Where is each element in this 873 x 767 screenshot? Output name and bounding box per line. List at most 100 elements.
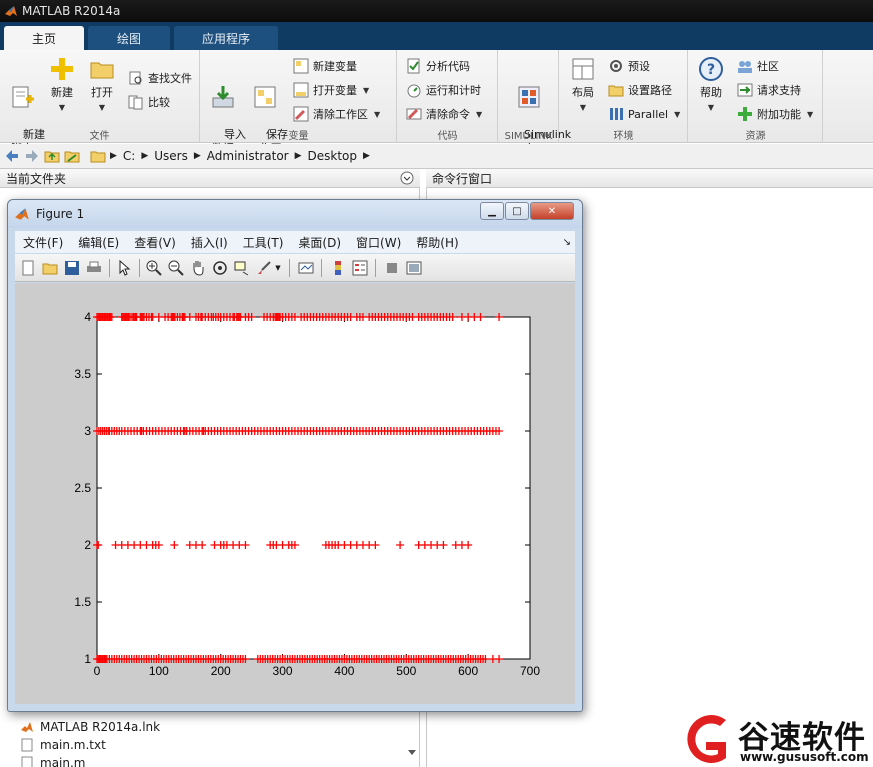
toolbar-separator — [321, 259, 322, 277]
analyze-code-button[interactable]: 分析代码 — [406, 56, 470, 76]
menu-window[interactable]: 窗口(W) — [348, 234, 408, 251]
new-figure-button[interactable] — [19, 259, 37, 277]
brush-button[interactable] — [255, 259, 273, 277]
tab-apps[interactable]: 应用程序 — [174, 26, 278, 50]
link-plot-button[interactable] — [297, 259, 315, 277]
clear-commands-icon — [406, 108, 422, 120]
tab-home[interactable]: 主页 — [4, 26, 84, 50]
menu-view[interactable]: 查看(V) — [126, 234, 183, 251]
panel-menu-icon[interactable] — [400, 171, 414, 185]
print-figure-button[interactable] — [85, 259, 103, 277]
show-plot-tools-button[interactable] — [405, 259, 423, 277]
menu-help[interactable]: 帮助(H) — [408, 234, 465, 251]
back-arrow-icon[interactable] — [4, 148, 20, 164]
x-tick-label: 600 — [458, 664, 478, 678]
y-tick-label: 1 — [84, 652, 91, 666]
y-tick-label: 2.5 — [74, 481, 91, 495]
data-cursor-button[interactable] — [233, 259, 251, 277]
data-cursor-icon — [234, 261, 249, 276]
chevron-down-icon: ▼ — [807, 109, 814, 119]
open-button[interactable]: 打开 ▼ — [82, 56, 122, 115]
find-files-button[interactable]: 查找文件 — [128, 68, 192, 88]
y-tick-label: 4 — [84, 310, 91, 324]
clear-workspace-button[interactable]: 清除工作区 ▼ — [293, 104, 380, 124]
layout-button[interactable]: 布局 ▼ — [563, 56, 603, 115]
hide-plot-tools-button[interactable] — [383, 259, 401, 277]
zoom-in-button[interactable] — [145, 259, 163, 277]
rotate-3d-button[interactable] — [211, 259, 229, 277]
chevron-down-icon: ▼ — [98, 103, 106, 112]
run-and-time-button[interactable]: 运行和计时 — [406, 80, 481, 100]
variable-group: 导入 数据 保存 工作区 新建变量 打开变量▼ 清除工作区▼ 变量 — [201, 50, 397, 155]
svg-text:?: ? — [707, 62, 715, 78]
breadcrumb-administrator[interactable]: Administrator — [207, 149, 289, 163]
simulink-group: Simulink 库 SIMULINK — [499, 50, 571, 155]
help-button[interactable]: ? 帮助 ▼ — [691, 56, 731, 115]
set-path-button[interactable]: 设置路径 — [608, 80, 672, 100]
file-list: MATLAB R2014a.lnk main.m.txt main.m — [20, 718, 160, 767]
axes-box — [96, 316, 531, 660]
app-title-bar: MATLAB R2014a — [0, 0, 873, 22]
x-tick-label: 100 — [149, 664, 169, 678]
pan-button[interactable] — [189, 259, 207, 277]
folder-icon — [90, 151, 106, 163]
brush-dropdown[interactable]: ▼ — [273, 259, 283, 277]
edit-plot-button[interactable] — [115, 259, 133, 277]
preferences-button[interactable]: 预设 — [608, 56, 650, 76]
file-item-main-m[interactable]: main.m — [20, 754, 160, 767]
scroll-down-arrow-icon[interactable] — [406, 748, 418, 758]
new-file-icon — [22, 260, 34, 276]
add-ons-button[interactable]: 附加功能 ▼ — [737, 104, 813, 124]
figure-canvas[interactable]: 0 100 200 300 400 500 600 700 1 1.5 2 2.5 3 3.5 4 — [15, 283, 575, 704]
menu-file[interactable]: 文件(F) — [15, 234, 70, 251]
window-title: MATLAB R2014a — [22, 4, 121, 18]
run-and-time-icon — [407, 84, 421, 98]
compare-button[interactable]: 比较 — [128, 92, 170, 112]
x-tick-label: 700 — [520, 664, 540, 678]
community-button[interactable]: 社区 — [737, 56, 779, 76]
open-file-button[interactable] — [41, 259, 59, 277]
dock-arrow-icon[interactable]: ↘ — [563, 237, 571, 248]
close-button[interactable]: ✕ — [530, 202, 574, 220]
parallel-button[interactable]: Parallel ▼ — [608, 104, 680, 124]
y-tick-label: 3.5 — [74, 367, 91, 381]
new-script-icon — [12, 86, 34, 108]
address-bar: ▶ C: ▶ Users ▶ Administrator ▶ Desktop ▶ — [0, 144, 873, 169]
chevron-down-icon: ▼ — [363, 85, 370, 95]
current-folder-title: 当前文件夹 — [6, 171, 67, 186]
figure-window[interactable]: Figure 1 ▁ □ ✕ 文件(F) 编辑(E) 查看(V) 插入(I) 工… — [7, 199, 583, 712]
breadcrumb-drive[interactable]: C: — [123, 149, 135, 163]
save-disk-icon — [65, 261, 79, 275]
new-button[interactable]: 新建 ▼ — [42, 56, 82, 115]
open-variable-button[interactable]: 打开变量 ▼ — [293, 80, 369, 100]
breadcrumb-chevron-icon: ▶ — [193, 151, 201, 161]
current-folder-header: 当前文件夹 — [0, 169, 420, 188]
zoom-out-button[interactable] — [167, 259, 185, 277]
breadcrumb-desktop[interactable]: Desktop — [308, 149, 358, 163]
file-item-matlab-lnk[interactable]: MATLAB R2014a.lnk — [20, 718, 160, 736]
menu-desktop[interactable]: 桌面(D) — [290, 234, 348, 251]
breadcrumb-users[interactable]: Users — [154, 149, 188, 163]
y-tick-label: 3 — [84, 424, 91, 438]
chevron-down-icon: ▼ — [476, 109, 483, 119]
y-tick-label: 1.5 — [74, 595, 91, 609]
insert-colorbar-button[interactable] — [329, 259, 347, 277]
browse-folder-icon[interactable] — [64, 148, 80, 164]
maximize-button[interactable]: □ — [505, 202, 529, 220]
menu-edit[interactable]: 编辑(E) — [70, 234, 126, 251]
save-figure-button[interactable] — [63, 259, 81, 277]
new-variable-button[interactable]: 新建变量 — [293, 56, 357, 76]
insert-legend-button[interactable] — [351, 259, 369, 277]
minimize-button[interactable]: ▁ — [480, 202, 504, 220]
folder-path-icon — [608, 85, 624, 97]
forward-arrow-icon[interactable] — [24, 148, 40, 164]
menu-insert[interactable]: 插入(I) — [183, 234, 235, 251]
up-folder-icon[interactable] — [44, 148, 60, 164]
tab-plots[interactable]: 绘图 — [88, 26, 170, 50]
request-support-button[interactable]: 请求支持 — [737, 80, 801, 100]
menu-tools[interactable]: 工具(T) — [235, 234, 291, 251]
breadcrumb-chevron-icon: ▶ — [110, 151, 117, 161]
save-workspace-icon — [254, 86, 276, 108]
file-item-main-m-txt[interactable]: main.m.txt — [20, 736, 160, 754]
clear-commands-button[interactable]: 清除命令 ▼ — [406, 104, 482, 124]
